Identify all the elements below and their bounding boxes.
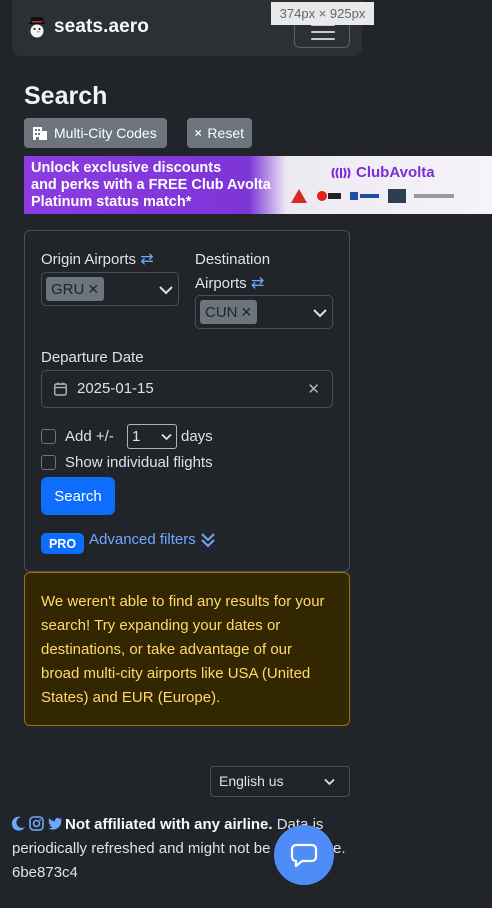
add-days-label: Add +/-	[65, 428, 114, 445]
partner-logo-icon	[291, 189, 307, 203]
departure-date-value: 2025-01-15	[77, 380, 154, 397]
multi-city-label: Multi-City Codes	[54, 125, 157, 141]
show-individual-flights-checkbox[interactable]	[41, 455, 56, 470]
moon-icon[interactable]	[12, 816, 26, 831]
partner-logos	[290, 188, 454, 204]
remove-chip-icon[interactable]: ✕	[87, 281, 99, 298]
partner-logo-icon	[317, 191, 341, 201]
instagram-icon[interactable]	[29, 816, 44, 831]
brand-name: seats.aero	[54, 16, 150, 37]
banner-line: Unlock exclusive discounts	[31, 160, 222, 176]
advanced-filters-label: Advanced filters	[89, 531, 196, 548]
banner-text: Unlock exclusive discounts and perks wit…	[31, 160, 301, 211]
add-days-checkbox[interactable]	[41, 429, 56, 444]
double-chevron-down-icon	[201, 532, 215, 547]
departure-date-label: Departure Date	[41, 349, 144, 366]
no-results-alert: We weren't able to find any results for …	[24, 572, 350, 726]
page-title: Search	[24, 82, 108, 110]
chevron-down-icon	[159, 286, 173, 295]
show-individual-flights-label: Show individual flights	[65, 454, 213, 471]
club-avolta-logo: ClubAvolta	[331, 164, 435, 181]
destination-airports-label: Destination Airports ⇄	[195, 248, 270, 296]
chat-bubble-icon	[290, 843, 318, 868]
snowman-logo-icon	[29, 17, 45, 38]
chat-launcher-button[interactable]	[274, 825, 334, 885]
partner-logo-icon	[388, 189, 406, 203]
reset-label: Reset	[207, 125, 244, 141]
language-value: English us	[219, 773, 284, 789]
origin-label-text: Origin Airports	[41, 251, 137, 268]
origin-airports-label: Origin Airports ⇄	[41, 248, 154, 272]
advanced-filters-link[interactable]: Advanced filters	[89, 531, 216, 548]
departure-date-input[interactable]: 2025-01-15 ✕	[41, 370, 333, 408]
club-avolta-banner[interactable]: Unlock exclusive discounts and perks wit…	[24, 156, 492, 214]
club-avolta-name: ClubAvolta	[356, 164, 435, 181]
swap-arrows-icon[interactable]: ⇄	[251, 275, 264, 292]
menu-bar-icon	[311, 31, 335, 33]
club-avolta-mark-icon	[331, 166, 351, 179]
reset-button[interactable]: Reset	[187, 118, 252, 148]
chevron-down-icon	[324, 778, 335, 786]
disclaimer-bold: Not affiliated with any airline.	[65, 816, 273, 833]
clear-date-icon[interactable]: ✕	[307, 380, 320, 398]
swap-arrows-icon[interactable]: ⇄	[140, 251, 153, 268]
remove-chip-icon[interactable]: ✕	[241, 304, 253, 321]
search-form-card: Origin Airports ⇄ GRU ✕ Destination Airp…	[24, 230, 350, 572]
language-select[interactable]: English us	[210, 766, 350, 797]
origin-airports-select[interactable]: GRU ✕	[41, 272, 179, 306]
calendar-icon	[54, 382, 67, 396]
destination-label-text: Destination	[195, 251, 271, 268]
destination-airports-select[interactable]: CUN ✕	[195, 295, 333, 329]
twitter-icon[interactable]	[47, 816, 63, 831]
origin-chip-label: GRU	[51, 280, 85, 298]
partner-logo-icon	[350, 192, 379, 200]
multi-city-codes-button[interactable]: Multi-City Codes	[24, 118, 167, 148]
destination-label-text: Airports	[195, 275, 247, 292]
flex-days-value: 1	[132, 428, 141, 445]
banner-line: and perks with a FREE Club Avolta	[31, 177, 271, 193]
search-button[interactable]: Search	[41, 477, 115, 515]
pro-badge: PRO	[41, 533, 84, 554]
chevron-down-icon	[161, 433, 172, 441]
building-icon	[33, 127, 47, 140]
flex-days-select[interactable]: 1	[127, 424, 177, 449]
origin-chip-gru[interactable]: GRU ✕	[46, 277, 105, 301]
destination-chip-label: CUN	[205, 303, 238, 321]
brand-link[interactable]: seats.aero	[26, 16, 149, 38]
menu-bar-icon	[311, 38, 335, 40]
chevron-down-icon	[313, 309, 327, 318]
banner-line: Platinum status match*	[31, 194, 192, 210]
destination-chip-cun[interactable]: CUN ✕	[200, 300, 258, 324]
dimension-tooltip: 374px × 925px	[271, 2, 374, 25]
close-icon	[195, 129, 202, 137]
days-label: days	[181, 428, 213, 445]
partner-logo-icon	[414, 194, 454, 198]
